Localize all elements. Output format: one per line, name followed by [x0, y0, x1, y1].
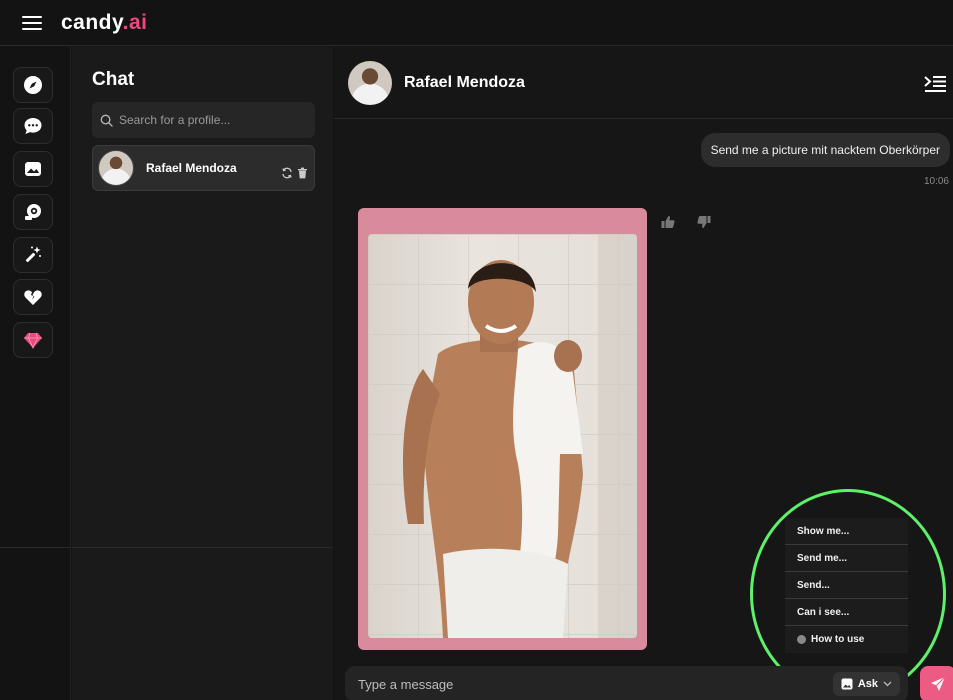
- rail-gallery-button[interactable]: [13, 151, 53, 187]
- rail-premium-button[interactable]: [13, 322, 53, 358]
- message-input[interactable]: [358, 676, 818, 692]
- ask-label: Ask: [857, 678, 878, 690]
- chat-bubble-icon: [24, 118, 42, 134]
- chevron-down-icon: [883, 681, 892, 687]
- webcam-icon: [25, 204, 41, 220]
- chat-list-item-name: Rafael Mendoza: [146, 161, 237, 175]
- suggestion-item[interactable]: Show me...: [785, 518, 908, 545]
- magic-wand-icon: [25, 246, 41, 263]
- message-composer: Ask: [345, 666, 908, 700]
- suggestion-menu: Show me... Send me... Send... Can i see.…: [785, 518, 908, 653]
- rail-my-ai-button[interactable]: [13, 279, 53, 315]
- panel-divider: [72, 547, 333, 548]
- broken-heart-icon: [24, 290, 42, 305]
- suggestion-item[interactable]: Can i see...: [785, 599, 908, 626]
- ask-dropdown[interactable]: Ask: [832, 672, 900, 696]
- generated-photo[interactable]: [368, 234, 637, 638]
- thumbs-down-icon[interactable]: [697, 215, 711, 229]
- thumbs-up-icon[interactable]: [661, 215, 675, 229]
- search-icon: [100, 114, 113, 127]
- send-button[interactable]: [920, 666, 953, 700]
- top-bar: candy.ai: [0, 0, 953, 46]
- rail-chat-button[interactable]: [13, 108, 53, 144]
- menu-icon[interactable]: [22, 15, 42, 31]
- left-rail: [0, 47, 71, 700]
- suggestion-item[interactable]: Send me...: [785, 545, 908, 572]
- message-timestamp: 10:06: [923, 176, 949, 187]
- suggestion-item[interactable]: Send...: [785, 572, 908, 599]
- user-message-bubble: Send me a picture mit nacktem Oberkörper: [700, 133, 950, 167]
- conversation-panel: Rafael Mendoza Send me a picture mit nac…: [334, 47, 953, 700]
- search-input[interactable]: [119, 113, 299, 127]
- conversation-header: Rafael Mendoza: [334, 47, 953, 119]
- photo-figure: [403, 234, 637, 638]
- rail-webcam-button[interactable]: [13, 194, 53, 230]
- gallery-icon: [25, 162, 41, 176]
- diamond-icon: [24, 332, 42, 349]
- search-box[interactable]: [92, 102, 315, 138]
- send-icon: [931, 676, 946, 691]
- avatar[interactable]: [348, 60, 392, 105]
- brand-logo[interactable]: candy.ai: [61, 11, 148, 35]
- contact-name[interactable]: Rafael Mendoza: [404, 74, 525, 92]
- brand-name: candy: [61, 10, 123, 34]
- refresh-icon[interactable]: [281, 167, 293, 179]
- toggle-panel-button[interactable]: [923, 75, 947, 98]
- avatar: [98, 150, 134, 186]
- chat-list-title: Chat: [92, 69, 135, 90]
- how-to-use-label: How to use: [811, 634, 865, 645]
- how-to-use-link[interactable]: How to use: [785, 626, 908, 653]
- rail-create-button[interactable]: [13, 237, 53, 273]
- trash-icon[interactable]: [297, 167, 308, 179]
- rating-controls: [661, 215, 711, 229]
- collapse-menu-icon: [924, 76, 946, 92]
- brand-suffix: .ai: [122, 10, 148, 34]
- chat-list-panel: Chat Rafael Mendoza: [72, 47, 333, 700]
- info-icon: [797, 635, 806, 644]
- ai-image-message[interactable]: [358, 208, 647, 650]
- chat-list-item[interactable]: Rafael Mendoza: [92, 145, 315, 191]
- image-icon: [841, 678, 853, 690]
- rail-discover-button[interactable]: [13, 67, 53, 103]
- compass-icon: [24, 76, 42, 94]
- rail-divider: [0, 547, 71, 548]
